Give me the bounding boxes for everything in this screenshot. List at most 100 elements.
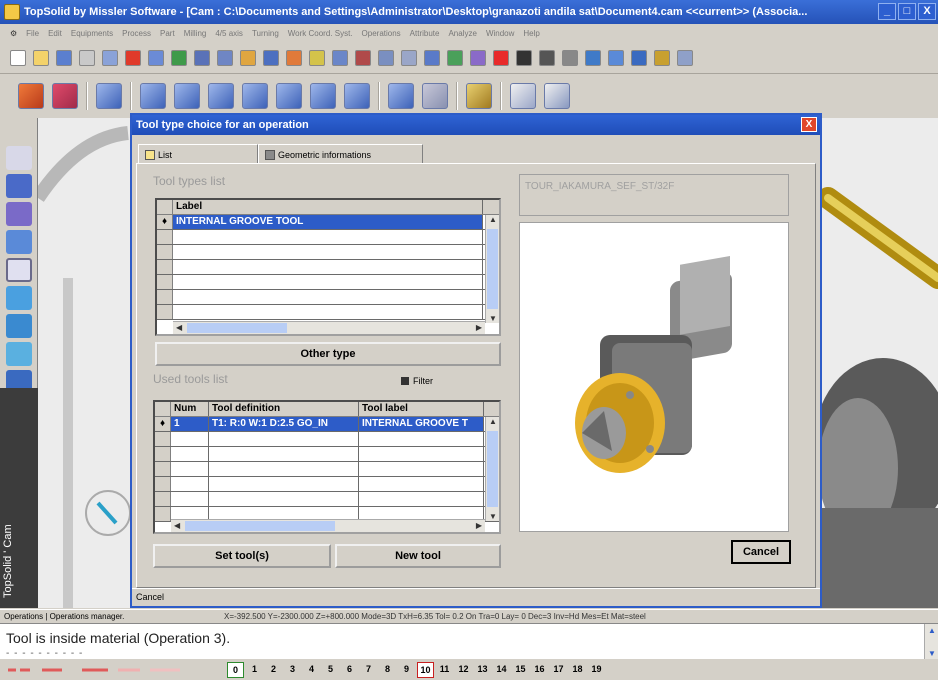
attribute-icon[interactable]	[240, 49, 256, 66]
layer-6[interactable]: 6	[341, 662, 358, 678]
cam-grooving-icon[interactable]	[208, 83, 234, 109]
surface-icon[interactable]	[6, 202, 32, 226]
menu-operations[interactable]: Operations	[362, 29, 401, 38]
cam-cutoff-icon[interactable]	[344, 83, 370, 109]
layer-9[interactable]: 9	[398, 662, 415, 678]
open-file-icon[interactable]	[33, 49, 49, 66]
cam-tool-icon[interactable]	[466, 83, 492, 109]
layer-8[interactable]: 8	[379, 662, 396, 678]
sketch-icon[interactable]	[6, 146, 32, 170]
dialog-close-button[interactable]: X	[801, 117, 817, 132]
cam-roughing-icon[interactable]	[140, 83, 166, 109]
document-icon[interactable]	[654, 49, 670, 66]
shade-icon[interactable]	[355, 49, 371, 66]
layer-icon[interactable]	[263, 49, 279, 66]
grid-icon[interactable]	[378, 49, 394, 66]
layer-19[interactable]: 19	[588, 662, 605, 678]
view-icon[interactable]	[424, 49, 440, 66]
minimize-button[interactable]: _	[878, 3, 896, 20]
tool-type-row-empty[interactable]	[157, 245, 499, 260]
cam-document-icon[interactable]	[544, 83, 570, 109]
used-tool-row-empty[interactable]	[155, 432, 499, 447]
scroll-thumb[interactable]	[187, 323, 287, 333]
message-scrollbar[interactable]: ▲ ▼	[924, 624, 938, 660]
layer-4[interactable]: 4	[303, 662, 320, 678]
cam-module-icon[interactable]	[6, 258, 32, 282]
layer-12[interactable]: 12	[455, 662, 472, 678]
menu-edit[interactable]: Edit	[48, 29, 62, 38]
save-icon[interactable]	[56, 49, 72, 66]
tool-types-hscroll[interactable]: ◀ ▶	[173, 321, 485, 334]
tool-type-row-empty[interactable]	[157, 305, 499, 320]
used-tool-row-empty[interactable]	[155, 447, 499, 462]
menu-analyze[interactable]: Analyze	[448, 29, 476, 38]
scroll-left-icon[interactable]: ◀	[176, 323, 182, 332]
layer-14[interactable]: 14	[493, 662, 510, 678]
layer-2[interactable]: 2	[265, 662, 282, 678]
menu-help[interactable]: Help	[523, 29, 539, 38]
layer-16[interactable]: 16	[531, 662, 548, 678]
scroll-down-icon[interactable]: ▼	[489, 512, 497, 521]
menu-equipments[interactable]: Equipments	[71, 29, 113, 38]
scroll-up-icon[interactable]: ▲	[928, 626, 936, 635]
axis-icon[interactable]	[286, 49, 302, 66]
scroll-right-icon[interactable]: ▶	[476, 323, 482, 332]
menu-part[interactable]: Part	[160, 29, 175, 38]
solid-icon[interactable]	[6, 174, 32, 198]
line-width-icon[interactable]	[539, 49, 555, 66]
layer-13[interactable]: 13	[474, 662, 491, 678]
cursor-icon[interactable]	[332, 49, 348, 66]
line-style-icon[interactable]	[516, 49, 532, 66]
menu-process[interactable]: Process	[122, 29, 151, 38]
scroll-left-icon[interactable]: ◀	[174, 521, 180, 530]
tool-type-row[interactable]: ♦ INTERNAL GROOVE TOOL	[157, 215, 499, 230]
layer-10[interactable]: 10	[417, 661, 434, 678]
render-icon[interactable]	[447, 49, 463, 66]
scroll-down-icon[interactable]: ▼	[928, 649, 936, 658]
tool-types-vscroll[interactable]: ▲ ▼	[485, 215, 499, 323]
scroll-thumb[interactable]	[487, 229, 498, 309]
assembly-icon[interactable]	[6, 230, 32, 254]
filter-checkbox[interactable]: Filter	[401, 376, 433, 386]
tab-geometric-informations[interactable]: Geometric informations	[258, 144, 423, 164]
layer-0[interactable]: 0	[227, 661, 244, 678]
used-tool-row-empty[interactable]	[155, 477, 499, 492]
cam-process-icon[interactable]	[52, 83, 78, 109]
used-tools-hscroll[interactable]: ◀ ▶	[171, 519, 485, 532]
cam-nc-code-icon[interactable]	[510, 83, 536, 109]
electrode-icon[interactable]	[6, 342, 32, 366]
tool-type-row-empty[interactable]	[157, 275, 499, 290]
cam-finishing-icon[interactable]	[174, 83, 200, 109]
cam-drilling-icon[interactable]	[276, 83, 302, 109]
library-icon[interactable]	[631, 49, 647, 66]
zoom-icon[interactable]	[401, 49, 417, 66]
used-tool-row-empty[interactable]	[155, 492, 499, 507]
window-icon[interactable]	[677, 49, 693, 66]
delete-icon[interactable]	[125, 49, 141, 66]
menu-file[interactable]: File	[26, 29, 39, 38]
used-tools-grid[interactable]: Num Tool definition Tool label ♦ 1 T1: R…	[153, 400, 501, 534]
tool-type-row-empty[interactable]	[157, 230, 499, 245]
tool-type-row-empty[interactable]	[157, 260, 499, 275]
set-tool-button[interactable]: Set tool(s)	[153, 544, 331, 568]
copy-icon[interactable]	[194, 49, 210, 66]
layer-7[interactable]: 7	[360, 662, 377, 678]
menu-attribute[interactable]: Attribute	[410, 29, 440, 38]
cam-boring-icon[interactable]	[310, 83, 336, 109]
used-tool-row[interactable]: ♦ 1 T1: R:0 W:1 D:2.5 GO_IN INTERNAL GRO…	[155, 417, 499, 432]
layer-11[interactable]: 11	[436, 662, 453, 678]
cancel-button[interactable]: Cancel	[731, 540, 791, 564]
snap-icon[interactable]	[171, 49, 187, 66]
print-icon[interactable]	[79, 49, 95, 66]
print-preview-icon[interactable]	[102, 49, 118, 66]
pattern-icon[interactable]	[562, 49, 578, 66]
menu-turning[interactable]: Turning	[252, 29, 279, 38]
layer-15[interactable]: 15	[512, 662, 529, 678]
cam-stock-icon[interactable]	[96, 83, 122, 109]
cam-simulate-icon[interactable]	[388, 83, 414, 109]
cam-verify-icon[interactable]	[422, 83, 448, 109]
used-tools-vscroll[interactable]: ▲ ▼	[485, 417, 499, 521]
scroll-thumb[interactable]	[185, 521, 335, 531]
edit-icon[interactable]	[309, 49, 325, 66]
new-tool-button[interactable]: New tool	[335, 544, 501, 568]
